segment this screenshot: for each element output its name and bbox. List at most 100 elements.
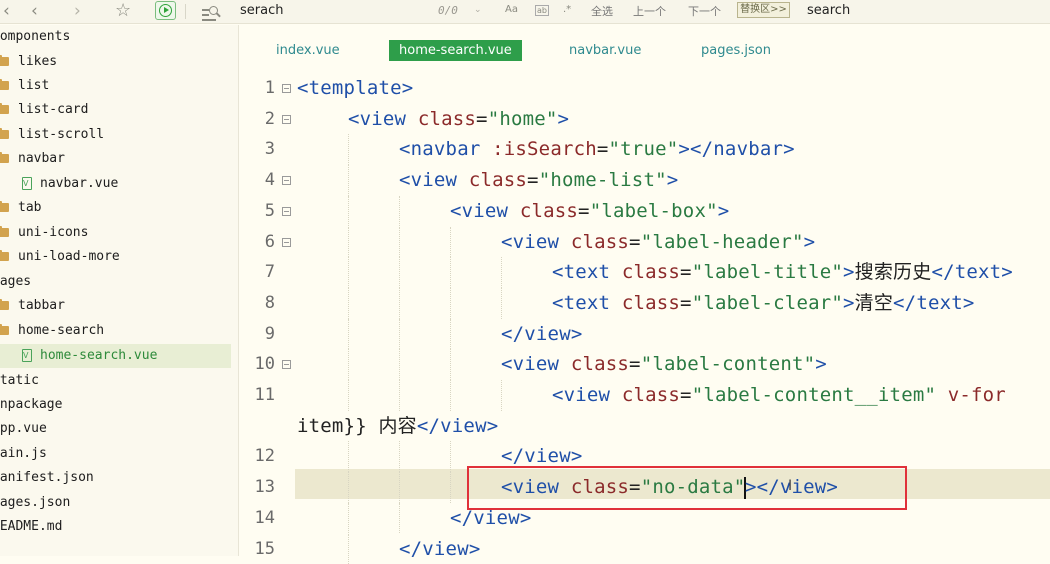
sidebar-item-tab[interactable]: tab [0,196,238,220]
code-token: :isSearch [492,138,597,160]
folder-icon [0,252,9,261]
select-all-button[interactable]: 全选 [591,3,613,19]
sidebar-item-tabbar[interactable]: tabbar [0,294,238,318]
code-line[interactable]: <view class="home-list"> [297,165,678,195]
indent-guide [399,227,400,258]
code-token: </view> [450,507,531,529]
indent-guide [348,165,349,196]
folder-icon [0,57,9,66]
tab-index-vue[interactable]: index.vue [276,40,340,61]
code-token: "home" [488,108,558,130]
line-number: 9 [239,319,275,349]
fold-toggle-icon[interactable] [282,238,291,247]
code-line[interactable]: <view class="label-box"> [297,196,729,226]
mouse-cursor-icon: I [788,478,792,494]
code-line[interactable]: <view class="label-content"> [297,349,827,379]
replace-toggle-button[interactable]: 替换区>> [737,2,790,18]
sidebar-item-navbar[interactable]: navbar [0,147,238,171]
line-number: 5 [239,196,275,226]
indent-guide [399,288,400,319]
sidebar-item-pages[interactable]: pages [0,270,238,294]
sidebar-item-label: navbar.vue [40,172,118,196]
sidebar-item-readme-md[interactable]: README.md [0,515,238,539]
sidebar-item-components[interactable]: components [0,25,238,49]
code-line[interactable]: <view class="home"> [297,104,569,134]
sidebar-item-home-search-vue[interactable]: home-search.vue [0,344,231,368]
code-token: class [622,384,680,406]
fold-toggle-icon[interactable] [282,207,291,216]
sidebar-item-label: uni-load-more [18,245,120,269]
sidebar-item-label: likes [18,50,57,74]
code-editor[interactable]: 1<template>2<view class="home">3<navbar … [239,68,1050,556]
sidebar-item-app-vue[interactable]: App.vue [0,417,238,441]
code-token: v-for [948,384,1006,406]
code-line[interactable]: </view> [297,319,582,349]
code-token: > [804,231,816,253]
sidebar-item-uni-icons[interactable]: uni-icons [0,221,238,245]
fold-toggle-icon[interactable] [282,360,291,369]
code-token: class [622,292,680,314]
sidebar-item-pages-json[interactable]: pages.json [0,491,238,515]
forward-arrow-icon[interactable]: › [74,1,81,21]
fold-toggle-icon[interactable] [282,176,291,185]
indent-guide [399,503,400,534]
code-line[interactable]: item}} 内容</view> [297,411,498,441]
code-token: > [667,169,679,191]
sidebar-item-navbar-vue[interactable]: navbar.vue [0,172,238,196]
find-input[interactable]: serach [240,3,283,18]
chevron-down-icon[interactable]: ⌄ [474,5,482,15]
line-number: 7 [239,257,275,287]
sidebar-item-manifest-json[interactable]: manifest.json [0,466,238,490]
sidebar-item-home-search[interactable]: home-search [0,319,238,343]
code-token: "label-content" [641,353,816,375]
editor-tabs: index.vue home-search.vue navbar.vue pag… [239,25,1050,67]
code-line[interactable]: <template> [297,73,413,103]
fold-toggle-icon[interactable] [282,115,291,124]
code-token: "label-clear" [692,292,843,314]
code-token: <view [450,200,520,222]
whole-word-toggle[interactable]: ab [535,5,549,16]
regex-toggle[interactable]: .* [563,4,571,15]
sidebar-item-label: list [18,74,49,98]
code-line[interactable]: <text class="label-title">搜索历史</text> [297,257,1013,287]
indent-guide [399,349,400,380]
sidebar-item-list-scroll[interactable]: list-scroll [0,123,238,147]
replace-input[interactable]: search [807,3,850,18]
sidebar-item-likes[interactable]: likes [0,50,238,74]
folder-icon [0,301,9,310]
code-line[interactable]: <view class="label-header"> [297,227,815,257]
sidebar-item-unpackage[interactable]: unpackage [0,393,238,417]
sidebar-item-main-js[interactable]: main.js [0,442,238,466]
run-icon[interactable] [155,1,176,20]
match-case-toggle[interactable]: Aa [505,4,518,15]
sidebar-item-list[interactable]: list [0,74,238,98]
sidebar-item-uni-load-more[interactable]: uni-load-more [0,245,238,269]
sidebar-item-list-card[interactable]: list-card [0,98,238,122]
code-token: 搜索历史 [855,261,932,283]
indent-guide [348,227,349,258]
code-line[interactable]: </view> [297,534,480,564]
toolbar-divider [185,4,186,19]
code-token: <view [501,231,571,253]
folder-icon [0,105,9,114]
tab-home-search-vue[interactable]: home-search.vue [389,40,522,61]
line-number: 10 [239,349,275,379]
indent-guide [348,196,349,227]
code-token: <view [552,384,622,406]
line-number: 2 [239,104,275,134]
fold-toggle-icon[interactable] [282,84,291,93]
code-line[interactable]: <navbar :isSearch="true"></navbar> [297,134,795,164]
code-line[interactable]: <view class="label-content__item" v-for [297,380,1006,410]
tab-pages-json[interactable]: pages.json [701,40,771,61]
project-explorer: componentslikeslistlist-cardlist-scrolln… [0,25,239,556]
back-arrow-icon[interactable]: ‹ [31,1,38,21]
sidebar-item-label: navbar [18,147,65,171]
previous-match-button[interactable]: 上一个 [633,3,666,19]
next-match-button[interactable]: 下一个 [688,3,721,19]
menu-partial-icon[interactable]: ‹ [3,1,10,21]
code-token: </view> [399,538,480,560]
sidebar-item-static[interactable]: static [0,369,238,393]
tab-navbar-vue[interactable]: navbar.vue [569,40,641,61]
code-token: > [558,108,570,130]
star-icon[interactable]: ☆ [115,1,131,21]
